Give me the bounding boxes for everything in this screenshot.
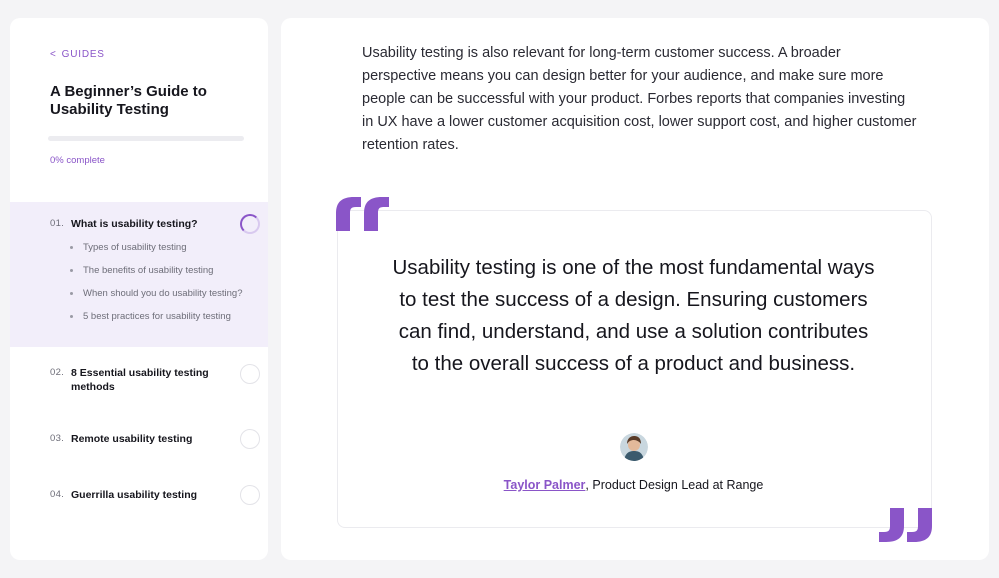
author-link[interactable]: Taylor Palmer	[504, 478, 586, 492]
toc-subitem[interactable]: 5 best practices for usability testing	[70, 310, 250, 324]
toc-number: 02.	[50, 367, 65, 378]
toc-section-4: 04. Guerrilla usability testing	[10, 459, 268, 515]
toc-label: Remote usability testing	[71, 433, 193, 445]
toc-label: What is usability testing?	[71, 218, 198, 230]
toc-section-1: 01. What is usability testing? Types of …	[10, 202, 268, 347]
toc-item-what-is-usability-testing[interactable]: 01. What is usability testing?	[10, 202, 268, 234]
article-content: Usability testing is also relevant for l…	[281, 18, 989, 560]
progress-ring-icon	[240, 214, 260, 234]
toc-label: Guerrilla usability testing	[71, 489, 198, 501]
toc-subitem[interactable]: Types of usability testing	[70, 241, 250, 255]
toc-item-remote-testing[interactable]: 03. Remote usability testing	[10, 403, 268, 449]
toc-label: 8 Essential usability testing methods	[71, 367, 209, 393]
guides-back-label: GUIDES	[61, 49, 105, 60]
table-of-contents: 01. What is usability testing? Types of …	[10, 202, 268, 515]
toc-subitem[interactable]: When should you do usability testing?	[70, 287, 250, 301]
guides-back-link[interactable]: < GUIDES	[50, 49, 105, 60]
author-avatar	[620, 433, 648, 461]
toc-number: 03.	[50, 433, 65, 444]
toc-number: 01.	[50, 218, 65, 229]
toc-item-essential-methods[interactable]: 02. 8 Essential usability testing method…	[10, 347, 268, 394]
guide-sidebar: < GUIDES A Beginner’s Guide to Usability…	[10, 18, 268, 560]
guide-title: A Beginner’s Guide to Usability Testing	[50, 83, 207, 118]
toc-item-guerrilla-testing[interactable]: 04. Guerrilla usability testing	[10, 459, 268, 505]
quote-close-icon	[879, 508, 932, 542]
toc-section-3: 03. Remote usability testing	[10, 403, 268, 459]
author-role: Product Design Lead at Range	[588, 478, 764, 492]
chevron-left-icon: <	[50, 49, 57, 60]
progress-bar	[48, 136, 244, 141]
progress-ring-icon	[240, 429, 260, 449]
quote-attribution: Taylor Palmer, Product Design Lead at Ra…	[391, 478, 876, 492]
progress-ring-icon	[240, 364, 260, 384]
progress-ring-icon	[240, 485, 260, 505]
toc-subitem[interactable]: The benefits of usability testing	[70, 264, 250, 278]
toc-section-2: 02. 8 Essential usability testing method…	[10, 347, 268, 403]
article-paragraph: Usability testing is also relevant for l…	[362, 45, 917, 153]
toc-number: 04.	[50, 489, 65, 500]
progress-label: 0% complete	[50, 155, 105, 166]
toc-subitems: Types of usability testing The benefits …	[10, 231, 268, 324]
quote-text: Usability testing is one of the most fun…	[392, 256, 875, 375]
quote-open-icon	[336, 197, 389, 231]
